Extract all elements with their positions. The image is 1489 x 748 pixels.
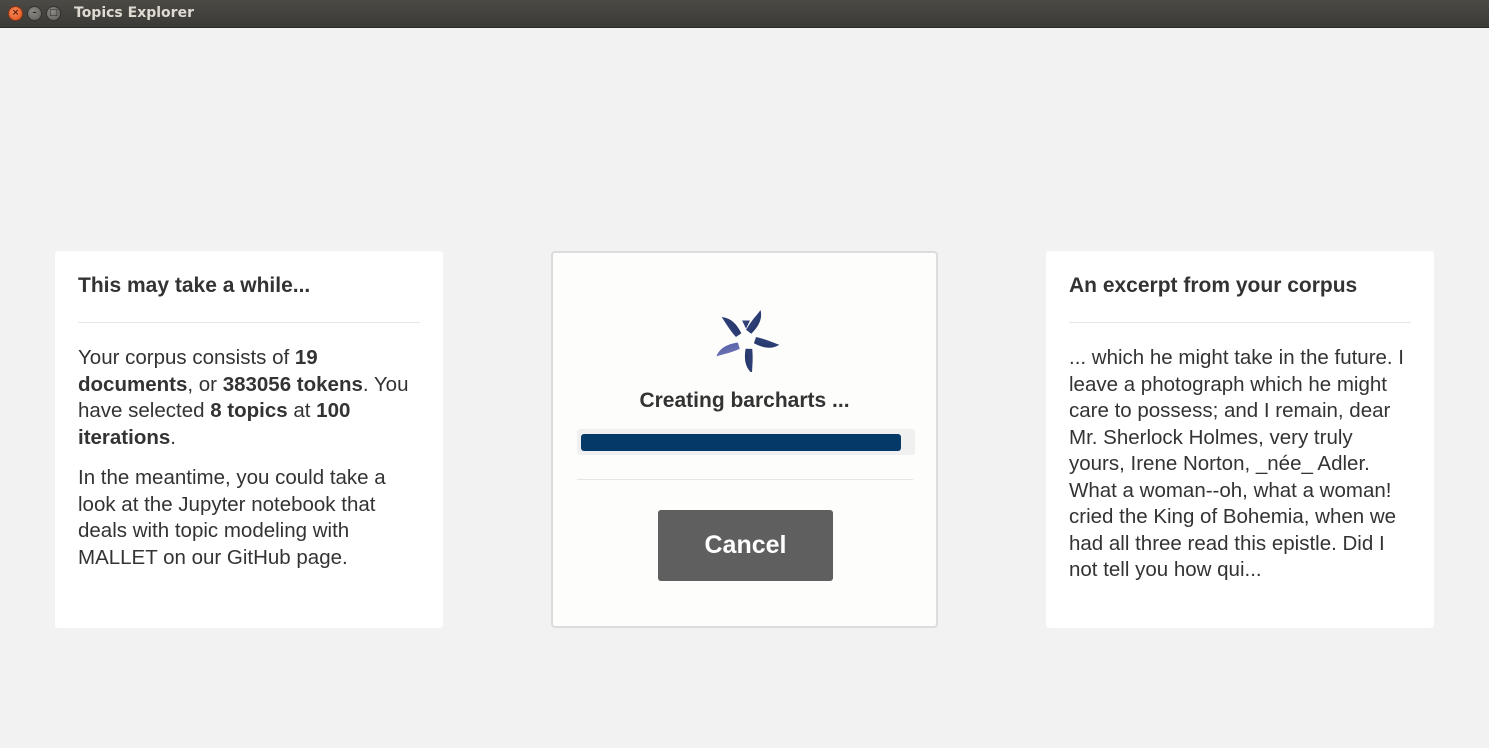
cancel-button[interactable]: Cancel (658, 510, 833, 581)
summary-text: . (170, 425, 176, 449)
summary-text: , or (187, 372, 223, 396)
progress-card: Creating barcharts ... Cancel (551, 251, 938, 628)
info-card: This may take a while... Your corpus con… (55, 251, 443, 628)
progress-bar-fill (581, 434, 901, 451)
info-card-body: Your corpus consists of 19 documents, or… (78, 345, 423, 585)
window-minimize-button[interactable]: – (27, 6, 42, 21)
main-content: This may take a while... Your corpus con… (1, 28, 1488, 747)
summary-text: Your corpus consists of (78, 346, 295, 369)
info-card-heading: This may take a while... (78, 274, 311, 297)
window-close-button[interactable]: × (8, 6, 23, 21)
excerpt-card-heading: An excerpt from your corpus (1069, 274, 1358, 297)
info-card-divider (78, 322, 420, 323)
excerpt-card-body: ... which he might take in the future. I… (1069, 345, 1414, 598)
summary-text: at (287, 399, 317, 422)
corpus-excerpt-text: ... which he might take in the future. I… (1069, 346, 1405, 581)
flower-logo-icon (716, 309, 779, 372)
excerpt-card-divider (1069, 322, 1411, 323)
summary-highlight: 8 topics (210, 399, 288, 422)
progress-status-text: Creating barcharts ... (639, 389, 850, 412)
corpus-summary-text: Your corpus consists of 19 documents, or… (78, 345, 423, 451)
window-titlebar: × – □ Topics Explorer (0, 0, 1489, 28)
progress-bar (577, 429, 915, 455)
progress-card-divider (577, 479, 913, 480)
summary-highlight: 383056 tokens (222, 372, 363, 396)
meantime-text: In the meantime, you could take a look a… (78, 466, 386, 569)
window-title: Topics Explorer (74, 5, 194, 21)
window-maximize-button[interactable]: □ (46, 6, 61, 21)
excerpt-card: An excerpt from your corpus ... which he… (1046, 251, 1434, 628)
